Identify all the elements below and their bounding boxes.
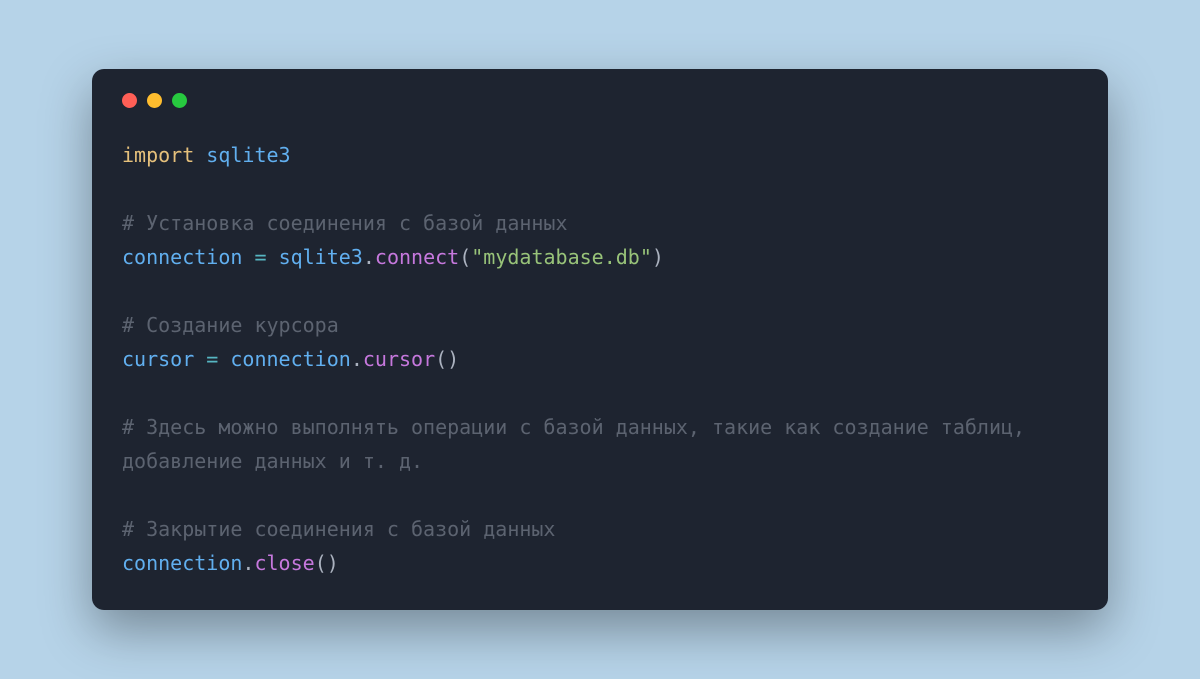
token-variable: connection [122, 551, 242, 575]
token-punct: ( [459, 245, 471, 269]
token-variable: connection [230, 347, 350, 371]
token-punct: ) [327, 551, 339, 575]
close-icon[interactable] [122, 93, 137, 108]
token-variable: connection [122, 245, 242, 269]
token-punct: ( [435, 347, 447, 371]
token-comment: # Установка соединения с базой данных [122, 211, 568, 235]
token-operator: = [254, 245, 266, 269]
token-operator: = [206, 347, 218, 371]
token-func: connect [375, 245, 459, 269]
token-func: cursor [363, 347, 435, 371]
token-punct: ) [652, 245, 664, 269]
token-punct: . [242, 551, 254, 575]
code-window: import sqlite3 # Установка соединения с … [92, 69, 1108, 610]
token-func: close [254, 551, 314, 575]
token-punct: ( [315, 551, 327, 575]
token-keyword: import [122, 143, 194, 167]
token-comment: # Создание курсора [122, 313, 339, 337]
token-punct: ) [447, 347, 459, 371]
token-string: "mydatabase.db" [471, 245, 652, 269]
code-content: import sqlite3 # Установка соединения с … [122, 138, 1078, 580]
token-comment: # Закрытие соединения с базой данных [122, 517, 555, 541]
token-punct: . [363, 245, 375, 269]
token-comment: # Здесь можно выполнять операции с базой… [122, 415, 1037, 473]
minimize-icon[interactable] [147, 93, 162, 108]
window-controls [122, 93, 1078, 108]
maximize-icon[interactable] [172, 93, 187, 108]
token-punct: . [351, 347, 363, 371]
token-module: sqlite3 [279, 245, 363, 269]
token-variable: cursor [122, 347, 194, 371]
token-module: sqlite3 [206, 143, 290, 167]
